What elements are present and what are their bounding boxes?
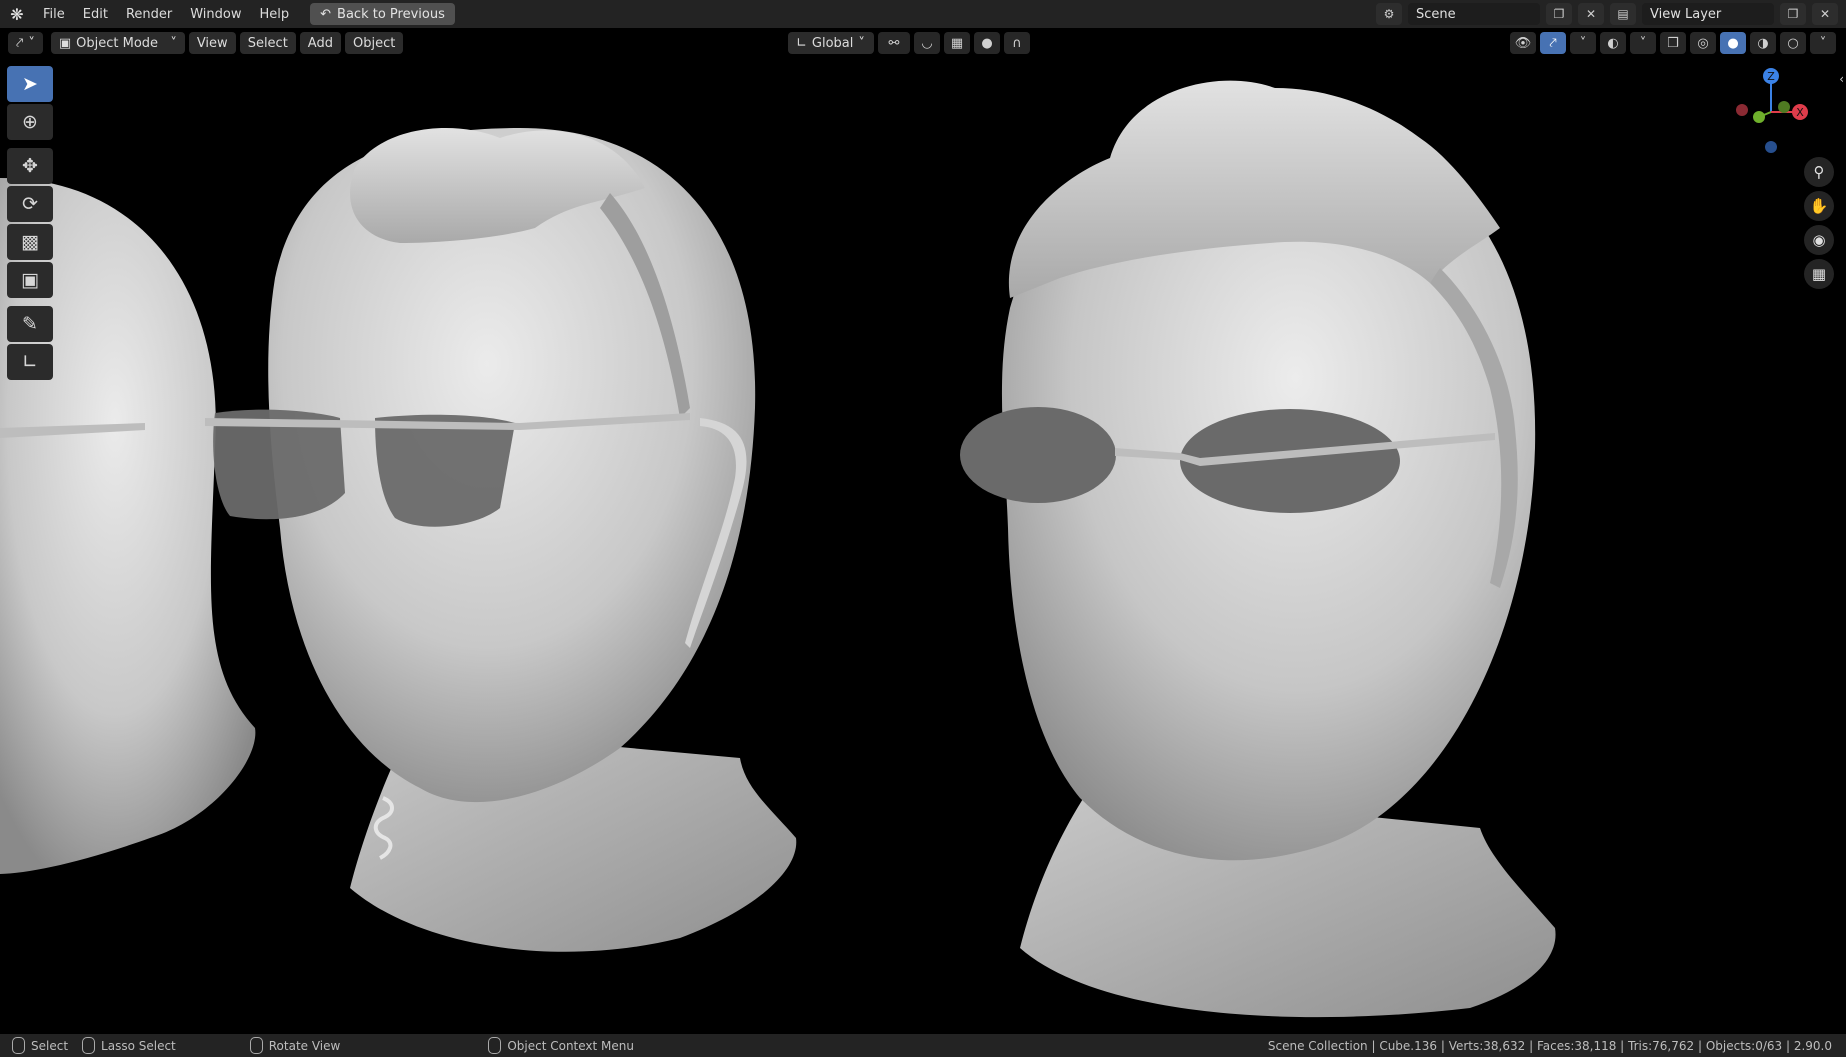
status-context-menu: Object Context Menu	[488, 1037, 634, 1054]
shading-dropdown-icon[interactable]: ˅	[1810, 32, 1836, 54]
cursor-tool-icon[interactable]: ⊕	[7, 104, 53, 140]
scene-name-field[interactable]: Scene	[1408, 3, 1540, 25]
sidebar-toggle-icon[interactable]: ‹	[1839, 72, 1844, 86]
menu-file[interactable]: File	[34, 0, 74, 28]
status-select: Select	[12, 1037, 68, 1054]
rendered-shading-icon[interactable]: ○	[1780, 32, 1806, 54]
perspective-toggle-icon[interactable]: ▦	[1804, 259, 1834, 289]
new-view-layer-icon[interactable]: ❐	[1780, 3, 1806, 25]
status-select-label: Select	[31, 1038, 69, 1053]
status-rotate: Rotate View	[249, 1037, 341, 1054]
head-right	[960, 80, 1556, 1018]
overlays-dropdown-icon[interactable]: ˅	[1630, 32, 1656, 54]
viewport-header: ⤤ ˅ ▣ Object Mode ˅ View Select Add Obje…	[0, 28, 1846, 58]
viewport-right-controls: 👁 ⤤ ˅ ◐ ˅ ❒ ◎ ● ◑ ○ ˅	[1510, 32, 1836, 54]
orientation-icon: ∟	[796, 35, 807, 51]
status-rotate-label: Rotate View	[268, 1038, 341, 1053]
top-menubar: ❋ File Edit Render Window Help ↶ Back to…	[0, 0, 1846, 28]
status-lasso: Lasso Select	[82, 1037, 176, 1054]
add-menu[interactable]: Add	[299, 32, 341, 54]
view-layer-field[interactable]: View Layer	[1642, 3, 1774, 25]
head-middle	[205, 128, 797, 952]
falloff-icon[interactable]: ∩	[1004, 32, 1030, 54]
gizmo-neg-z-axis[interactable]	[1765, 141, 1777, 153]
menu-help[interactable]: Help	[251, 0, 299, 28]
wireframe-shading-icon[interactable]: ◎	[1690, 32, 1716, 54]
viewport-scene	[0, 80, 1556, 1018]
status-lasso-label: Lasso Select	[101, 1038, 176, 1053]
gizmo-neg-x-axis[interactable]	[1736, 104, 1748, 116]
scene-stats: Scene Collection | Cube.136 | Verts:38,6…	[1267, 1038, 1832, 1053]
object-mode-label: Object Mode	[76, 35, 159, 51]
select-box-tool-icon[interactable]: ➤	[7, 66, 53, 102]
object-mode-dropdown[interactable]: ▣ Object Mode ˅	[50, 32, 185, 54]
object-menu[interactable]: Object	[344, 32, 404, 54]
visibility-icon[interactable]: 👁	[1510, 32, 1536, 54]
xray-toggle-icon[interactable]: ❒	[1660, 32, 1686, 54]
top-right-controls: ⚙ Scene ❐ ✕ ▤ View Layer ❐ ✕	[1376, 0, 1846, 28]
transform-tool-icon[interactable]: ▣	[7, 262, 53, 298]
select-menu[interactable]: Select	[239, 32, 296, 54]
solid-shading-icon[interactable]: ●	[1720, 32, 1746, 54]
status-context-label: Object Context Menu	[507, 1038, 634, 1053]
mouse-drag-icon	[82, 1037, 96, 1054]
rotate-tool-icon[interactable]: ⟳	[7, 186, 53, 222]
menu-window[interactable]: Window	[181, 0, 250, 28]
view-layer-selector-icon[interactable]: ▤	[1610, 3, 1636, 25]
back-to-previous-button[interactable]: ↶ Back to Previous	[310, 3, 455, 25]
navigation-gizmo[interactable]: Z X	[1716, 62, 1826, 162]
chevron-down-icon: ˅	[28, 35, 35, 51]
gizmo-x-label: X	[1796, 106, 1804, 119]
scale-tool-icon[interactable]: ▩	[7, 224, 53, 260]
material-preview-shading-icon[interactable]: ◑	[1750, 32, 1776, 54]
new-scene-icon[interactable]: ❐	[1546, 3, 1572, 25]
gizmos-toggle-icon[interactable]: ⤤	[1540, 32, 1566, 54]
delete-scene-icon[interactable]: ✕	[1578, 3, 1604, 25]
transform-orientation-dropdown[interactable]: ∟ Global ˅	[788, 32, 874, 54]
camera-view-icon[interactable]: ◉	[1804, 225, 1834, 255]
status-bar: Select Lasso Select Rotate View Object C…	[0, 1034, 1846, 1057]
back-to-previous-label: Back to Previous	[337, 6, 445, 22]
mouse-middle-icon	[249, 1037, 263, 1054]
scene-selector-icon[interactable]: ⚙	[1376, 3, 1402, 25]
mouse-left-icon	[12, 1037, 25, 1054]
blender-logo-icon[interactable]: ❋	[0, 0, 34, 28]
menu-render[interactable]: Render	[117, 0, 181, 28]
chevron-down-icon: ˅	[170, 35, 177, 51]
overlays-toggle-icon[interactable]: ◐	[1600, 32, 1626, 54]
gizmos-dropdown-icon[interactable]: ˅	[1570, 32, 1596, 54]
pivot-point-icon[interactable]: ⚯	[878, 32, 910, 54]
gizmo-z-label: Z	[1767, 70, 1775, 83]
object-mode-icon: ▣	[58, 35, 72, 51]
gizmo-y-axis[interactable]	[1753, 111, 1765, 123]
menu-edit[interactable]: Edit	[74, 0, 117, 28]
pan-hand-icon[interactable]: ✋	[1804, 191, 1834, 221]
view-menu[interactable]: View	[188, 32, 236, 54]
tool-shelf: ➤ ⊕ ✥ ⟳ ▩ ▣ ✎ ∟	[7, 66, 55, 382]
zoom-icon[interactable]: ⚲	[1804, 157, 1834, 187]
measure-tool-icon[interactable]: ∟	[7, 344, 53, 380]
chevron-down-icon: ˅	[858, 35, 865, 51]
snap-target-icon[interactable]: ▦	[944, 32, 970, 54]
editor-type-icon: ⤤	[16, 35, 24, 51]
mouse-right-icon	[488, 1037, 502, 1054]
orientation-label: Global	[811, 35, 854, 51]
back-icon: ↶	[320, 6, 332, 22]
snap-toggle-icon[interactable]: ◡	[914, 32, 940, 54]
annotate-tool-icon[interactable]: ✎	[7, 306, 53, 342]
3d-viewport[interactable]	[0, 28, 1846, 1034]
transform-controls: ∟ Global ˅ ⚯ ◡ ▦ ● ∩	[784, 32, 1030, 54]
move-tool-icon[interactable]: ✥	[7, 148, 53, 184]
proportional-edit-icon[interactable]: ●	[974, 32, 1000, 54]
editor-type-button[interactable]: ⤤ ˅	[8, 32, 43, 54]
delete-view-layer-icon[interactable]: ✕	[1812, 3, 1838, 25]
gizmo-neg-y-axis[interactable]	[1778, 101, 1790, 113]
